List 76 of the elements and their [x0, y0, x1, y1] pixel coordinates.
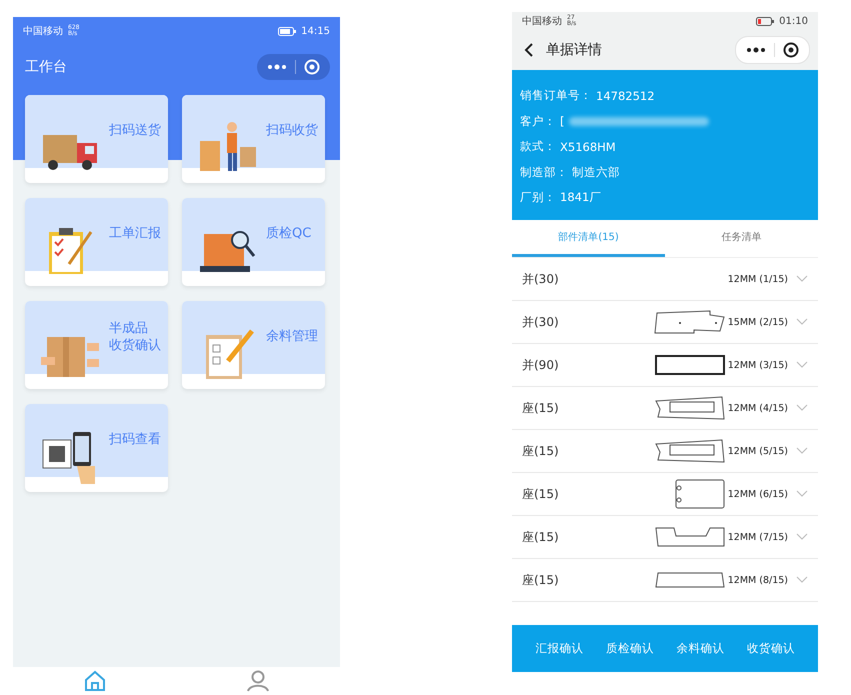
chevron-down-icon[interactable]: [796, 275, 808, 283]
part-name: 座(15): [522, 442, 559, 460]
card-label: 半成品: [109, 320, 148, 338]
part-name: 座(15): [522, 400, 559, 416]
chevron-down-icon[interactable]: [796, 318, 808, 326]
part-spec: 12MM (5/15): [728, 446, 788, 456]
field-value: X5168HM: [560, 140, 616, 154]
page-title: 工作台: [25, 58, 67, 76]
part-name: 座(15): [522, 572, 559, 588]
feature-card[interactable]: 扫码送货: [25, 95, 168, 183]
field-label: 厂别：: [520, 190, 556, 206]
plate-with-holes-outline: [674, 478, 726, 510]
field-label: 款式：: [520, 139, 556, 154]
card-label: 扫码送货: [109, 123, 161, 140]
field-value: [: [560, 114, 564, 128]
more-icon[interactable]: [746, 47, 766, 53]
carrier-name: 中国移动: [522, 14, 562, 28]
part-spec: 12MM (4/15): [728, 402, 788, 414]
battery-icon: [756, 16, 774, 26]
back-icon[interactable]: [524, 42, 534, 58]
part-spec: 12MM (8/15): [728, 574, 788, 586]
chevron-down-icon[interactable]: [796, 404, 808, 412]
home-icon: [82, 670, 107, 692]
feature-card[interactable]: 余料管理: [182, 301, 325, 389]
part-row[interactable]: 座(15) 12MM (6/15): [512, 473, 818, 516]
field-value: 制造六部: [572, 164, 620, 180]
chevron-down-icon[interactable]: [796, 576, 808, 584]
battery-icon: [278, 26, 296, 36]
chevron-down-icon[interactable]: [796, 447, 808, 455]
confirm-button[interactable]: 质检确认: [604, 637, 656, 660]
person-icon: [246, 670, 270, 692]
field-value: 14782512: [596, 88, 655, 103]
field-label: 销售订单号：: [520, 88, 592, 104]
close-target-icon[interactable]: [783, 42, 799, 58]
confirm-button[interactable]: 汇报确认: [533, 637, 586, 660]
card-label: 工单汇报: [109, 226, 161, 243]
card-label: 质检QC: [266, 226, 312, 243]
card-label: 扫码查看: [109, 432, 161, 449]
page-title: 单据详情: [546, 41, 602, 59]
part-row[interactable]: 座(15) 12MM (4/15): [512, 387, 818, 430]
feature-card[interactable]: 扫码收货: [182, 95, 325, 183]
card-label: 余料管理: [266, 329, 318, 346]
feature-card[interactable]: 半成品 收货确认: [25, 301, 168, 389]
part-name: 并(30): [522, 270, 559, 288]
part-name: 并(90): [522, 356, 559, 374]
feature-card[interactable]: 质检QC: [182, 198, 325, 286]
card-label: 扫码收货: [266, 123, 318, 140]
part-spec: 12MM (1/15): [728, 274, 788, 284]
field-label: 制造部：: [520, 164, 568, 180]
feature-card[interactable]: 扫码查看: [25, 404, 168, 492]
part-row[interactable]: 并(30) 12MM (1/15): [512, 258, 818, 301]
part-name: 座(15): [522, 486, 559, 502]
feature-card[interactable]: 工单汇报: [25, 198, 168, 286]
part-row[interactable]: 座(15) 12MM (7/15): [512, 516, 818, 559]
part-spec: 12MM (7/15): [728, 532, 788, 542]
part-row[interactable]: 座(15) 12MM (5/15): [512, 430, 818, 473]
field-label: 客户：: [520, 114, 556, 129]
part-row[interactable]: 座(15) 12MM (8/15): [512, 559, 818, 602]
part-spec: 15MM (2/15): [728, 316, 788, 328]
part-row[interactable]: 并(90) 12MM (3/15): [512, 344, 818, 387]
part-row[interactable]: 并(30) 15MM (2/15): [512, 301, 818, 344]
chevron-down-icon[interactable]: [796, 361, 808, 369]
carrier-name: 中国移动: [23, 24, 63, 38]
card-label: 收货确认: [109, 338, 161, 354]
part-name: 座(15): [522, 528, 559, 546]
part-spec: 12MM (3/15): [728, 360, 788, 370]
clock-time: 01:10: [779, 16, 808, 26]
menu-capsule[interactable]: [735, 36, 810, 64]
part-name: 并(30): [522, 314, 559, 330]
chevron-down-icon[interactable]: [796, 490, 808, 498]
part-spec: 12MM (6/15): [728, 488, 788, 500]
field-value: 1841厂: [560, 190, 602, 206]
chevron-down-icon[interactable]: [796, 533, 808, 541]
clock-time: 14:15: [301, 26, 330, 36]
confirm-button[interactable]: 余料确认: [674, 637, 726, 660]
confirm-button[interactable]: 收货确认: [744, 637, 797, 660]
